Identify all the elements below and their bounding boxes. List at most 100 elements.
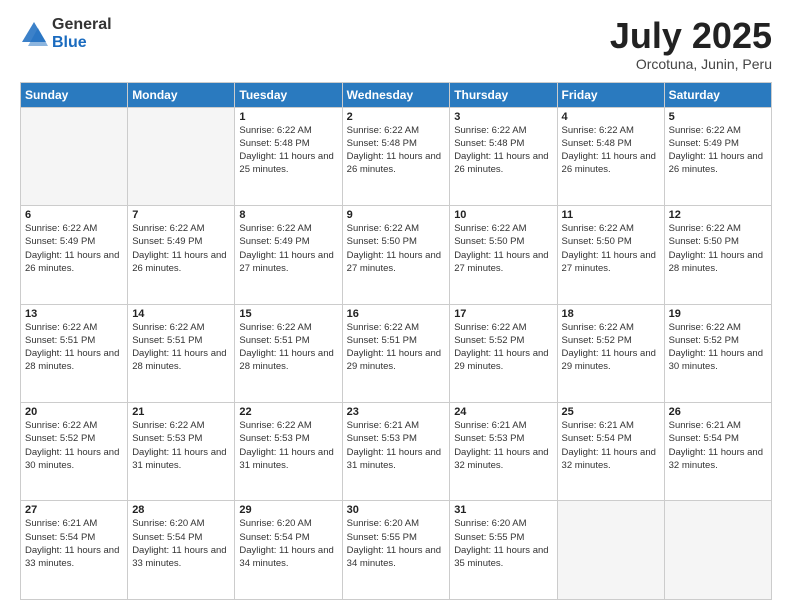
day-number: 27	[25, 504, 123, 516]
logo: General Blue	[20, 16, 112, 51]
day-number: 3	[454, 111, 552, 123]
day-number: 18	[562, 308, 660, 320]
day-number: 16	[347, 308, 446, 320]
calendar-cell: 21Sunrise: 6:22 AM Sunset: 5:53 PM Dayli…	[128, 403, 235, 501]
calendar-cell: 23Sunrise: 6:21 AM Sunset: 5:53 PM Dayli…	[342, 403, 450, 501]
day-info: Sunrise: 6:21 AM Sunset: 5:54 PM Dayligh…	[669, 419, 767, 472]
calendar-cell: 26Sunrise: 6:21 AM Sunset: 5:54 PM Dayli…	[664, 403, 771, 501]
title-location: Orcotuna, Junin, Peru	[610, 56, 772, 72]
calendar-cell: 28Sunrise: 6:20 AM Sunset: 5:54 PM Dayli…	[128, 501, 235, 600]
day-number: 31	[454, 504, 552, 516]
week-row-2: 6Sunrise: 6:22 AM Sunset: 5:49 PM Daylig…	[21, 206, 772, 304]
day-info: Sunrise: 6:22 AM Sunset: 5:48 PM Dayligh…	[562, 124, 660, 177]
calendar-cell: 15Sunrise: 6:22 AM Sunset: 5:51 PM Dayli…	[235, 304, 342, 402]
calendar-cell: 7Sunrise: 6:22 AM Sunset: 5:49 PM Daylig…	[128, 206, 235, 304]
calendar-cell: 27Sunrise: 6:21 AM Sunset: 5:54 PM Dayli…	[21, 501, 128, 600]
weekday-header-row: SundayMondayTuesdayWednesdayThursdayFrid…	[21, 82, 772, 107]
day-info: Sunrise: 6:22 AM Sunset: 5:52 PM Dayligh…	[669, 321, 767, 374]
calendar: SundayMondayTuesdayWednesdayThursdayFrid…	[20, 82, 772, 600]
calendar-cell: 6Sunrise: 6:22 AM Sunset: 5:49 PM Daylig…	[21, 206, 128, 304]
calendar-cell: 1Sunrise: 6:22 AM Sunset: 5:48 PM Daylig…	[235, 107, 342, 205]
weekday-header-thursday: Thursday	[450, 82, 557, 107]
calendar-cell: 2Sunrise: 6:22 AM Sunset: 5:48 PM Daylig…	[342, 107, 450, 205]
calendar-cell: 18Sunrise: 6:22 AM Sunset: 5:52 PM Dayli…	[557, 304, 664, 402]
day-number: 19	[669, 308, 767, 320]
day-info: Sunrise: 6:22 AM Sunset: 5:51 PM Dayligh…	[132, 321, 230, 374]
calendar-cell: 30Sunrise: 6:20 AM Sunset: 5:55 PM Dayli…	[342, 501, 450, 600]
day-number: 5	[669, 111, 767, 123]
day-number: 7	[132, 209, 230, 221]
day-number: 23	[347, 406, 446, 418]
day-info: Sunrise: 6:22 AM Sunset: 5:50 PM Dayligh…	[347, 222, 446, 275]
weekday-header-sunday: Sunday	[21, 82, 128, 107]
day-number: 8	[239, 209, 337, 221]
weekday-header-saturday: Saturday	[664, 82, 771, 107]
day-info: Sunrise: 6:22 AM Sunset: 5:49 PM Dayligh…	[239, 222, 337, 275]
calendar-cell: 20Sunrise: 6:22 AM Sunset: 5:52 PM Dayli…	[21, 403, 128, 501]
day-number: 10	[454, 209, 552, 221]
day-info: Sunrise: 6:21 AM Sunset: 5:54 PM Dayligh…	[562, 419, 660, 472]
day-info: Sunrise: 6:22 AM Sunset: 5:50 PM Dayligh…	[454, 222, 552, 275]
calendar-cell: 19Sunrise: 6:22 AM Sunset: 5:52 PM Dayli…	[664, 304, 771, 402]
weekday-header-friday: Friday	[557, 82, 664, 107]
day-info: Sunrise: 6:22 AM Sunset: 5:51 PM Dayligh…	[347, 321, 446, 374]
day-info: Sunrise: 6:20 AM Sunset: 5:55 PM Dayligh…	[454, 517, 552, 570]
day-info: Sunrise: 6:22 AM Sunset: 5:53 PM Dayligh…	[239, 419, 337, 472]
day-info: Sunrise: 6:22 AM Sunset: 5:51 PM Dayligh…	[25, 321, 123, 374]
calendar-cell: 16Sunrise: 6:22 AM Sunset: 5:51 PM Dayli…	[342, 304, 450, 402]
day-number: 13	[25, 308, 123, 320]
calendar-cell: 31Sunrise: 6:20 AM Sunset: 5:55 PM Dayli…	[450, 501, 557, 600]
logo-blue: Blue	[52, 34, 112, 52]
day-info: Sunrise: 6:22 AM Sunset: 5:48 PM Dayligh…	[347, 124, 446, 177]
calendar-cell: 24Sunrise: 6:21 AM Sunset: 5:53 PM Dayli…	[450, 403, 557, 501]
day-number: 29	[239, 504, 337, 516]
day-number: 25	[562, 406, 660, 418]
day-info: Sunrise: 6:22 AM Sunset: 5:52 PM Dayligh…	[454, 321, 552, 374]
weekday-header-wednesday: Wednesday	[342, 82, 450, 107]
day-number: 9	[347, 209, 446, 221]
day-number: 24	[454, 406, 552, 418]
calendar-cell: 9Sunrise: 6:22 AM Sunset: 5:50 PM Daylig…	[342, 206, 450, 304]
day-info: Sunrise: 6:22 AM Sunset: 5:50 PM Dayligh…	[669, 222, 767, 275]
weekday-header-monday: Monday	[128, 82, 235, 107]
calendar-cell: 8Sunrise: 6:22 AM Sunset: 5:49 PM Daylig…	[235, 206, 342, 304]
day-info: Sunrise: 6:22 AM Sunset: 5:49 PM Dayligh…	[669, 124, 767, 177]
calendar-cell: 17Sunrise: 6:22 AM Sunset: 5:52 PM Dayli…	[450, 304, 557, 402]
calendar-cell: 12Sunrise: 6:22 AM Sunset: 5:50 PM Dayli…	[664, 206, 771, 304]
calendar-cell: 10Sunrise: 6:22 AM Sunset: 5:50 PM Dayli…	[450, 206, 557, 304]
calendar-cell	[21, 107, 128, 205]
day-number: 30	[347, 504, 446, 516]
day-info: Sunrise: 6:21 AM Sunset: 5:54 PM Dayligh…	[25, 517, 123, 570]
day-info: Sunrise: 6:20 AM Sunset: 5:54 PM Dayligh…	[239, 517, 337, 570]
calendar-cell: 22Sunrise: 6:22 AM Sunset: 5:53 PM Dayli…	[235, 403, 342, 501]
calendar-cell: 4Sunrise: 6:22 AM Sunset: 5:48 PM Daylig…	[557, 107, 664, 205]
logo-icon	[20, 20, 48, 48]
week-row-3: 13Sunrise: 6:22 AM Sunset: 5:51 PM Dayli…	[21, 304, 772, 402]
day-info: Sunrise: 6:22 AM Sunset: 5:48 PM Dayligh…	[454, 124, 552, 177]
day-number: 28	[132, 504, 230, 516]
calendar-cell: 5Sunrise: 6:22 AM Sunset: 5:49 PM Daylig…	[664, 107, 771, 205]
day-info: Sunrise: 6:22 AM Sunset: 5:49 PM Dayligh…	[25, 222, 123, 275]
day-number: 12	[669, 209, 767, 221]
day-number: 6	[25, 209, 123, 221]
calendar-cell: 29Sunrise: 6:20 AM Sunset: 5:54 PM Dayli…	[235, 501, 342, 600]
day-info: Sunrise: 6:21 AM Sunset: 5:53 PM Dayligh…	[347, 419, 446, 472]
calendar-cell	[557, 501, 664, 600]
title-month: July 2025	[610, 16, 772, 56]
day-number: 1	[239, 111, 337, 123]
calendar-cell: 14Sunrise: 6:22 AM Sunset: 5:51 PM Dayli…	[128, 304, 235, 402]
day-number: 17	[454, 308, 552, 320]
day-info: Sunrise: 6:22 AM Sunset: 5:52 PM Dayligh…	[562, 321, 660, 374]
day-info: Sunrise: 6:22 AM Sunset: 5:49 PM Dayligh…	[132, 222, 230, 275]
day-info: Sunrise: 6:21 AM Sunset: 5:53 PM Dayligh…	[454, 419, 552, 472]
calendar-cell: 11Sunrise: 6:22 AM Sunset: 5:50 PM Dayli…	[557, 206, 664, 304]
calendar-cell	[128, 107, 235, 205]
page: General Blue July 2025 Orcotuna, Junin, …	[0, 0, 792, 612]
logo-general: General	[52, 16, 112, 34]
calendar-cell: 25Sunrise: 6:21 AM Sunset: 5:54 PM Dayli…	[557, 403, 664, 501]
header: General Blue July 2025 Orcotuna, Junin, …	[20, 16, 772, 72]
calendar-cell	[664, 501, 771, 600]
logo-text: General Blue	[52, 16, 112, 51]
day-number: 21	[132, 406, 230, 418]
day-number: 2	[347, 111, 446, 123]
